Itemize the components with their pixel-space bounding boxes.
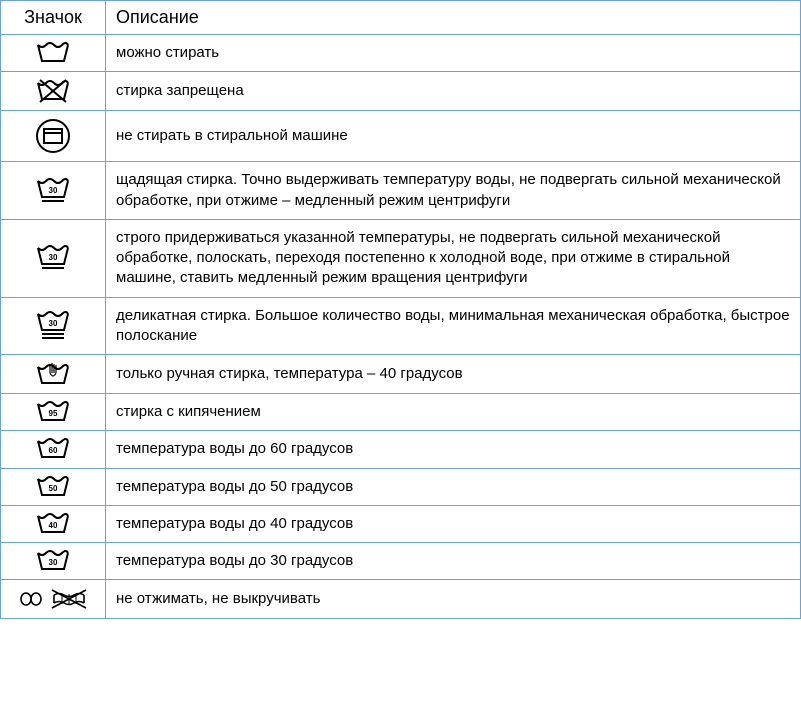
table-row: стирка запрещена <box>1 72 801 111</box>
description-cell: не стирать в стиральной машине <box>106 111 801 162</box>
laundry-symbols-table: Значок Описание можно стирать <box>0 0 801 619</box>
icon-wash-gentle-30: 30 <box>1 162 106 220</box>
icon-wash-60: 60 <box>1 431 106 468</box>
description-cell: стирка запрещена <box>106 72 801 111</box>
icon-temp-label: 30 <box>49 558 58 567</box>
table-body: можно стирать стирка запрещена <box>1 35 801 619</box>
icon-wash-30: 30 <box>1 543 106 580</box>
icon-temp-label: 50 <box>49 484 58 493</box>
icon-temp-label: 40 <box>49 521 58 530</box>
wash-60-icon: 60 <box>36 437 70 461</box>
description-cell: температура воды до 50 градусов <box>106 468 801 505</box>
icon-wash-50: 50 <box>1 468 106 505</box>
icon-wash-95: 95 <box>1 394 106 431</box>
table-row: 30 деликатная стирка. Большое количество… <box>1 297 801 355</box>
no-wring-icon <box>18 586 88 612</box>
icon-wash-no <box>1 72 106 111</box>
icon-wash-strict-30: 30 <box>1 219 106 297</box>
table-row: 95 стирка с кипячением <box>1 394 801 431</box>
description-cell: строго придерживаться указанной температ… <box>106 219 801 297</box>
description-cell: не отжимать, не выкручивать <box>106 580 801 619</box>
table-row: 30 строго придерживаться указанной темпе… <box>1 219 801 297</box>
wash-95-icon: 95 <box>36 400 70 424</box>
header-description: Описание <box>106 1 801 35</box>
description-cell: температура воды до 60 градусов <box>106 431 801 468</box>
no-machine-icon <box>34 117 72 155</box>
wash-30-icon: 30 <box>36 549 70 573</box>
table-row: можно стирать <box>1 35 801 72</box>
icon-wash-40: 40 <box>1 505 106 542</box>
table-row: 30 щадящая стирка. Точно выдерживать тем… <box>1 162 801 220</box>
icon-wash <box>1 35 106 72</box>
icon-temp-label: 60 <box>49 446 58 455</box>
wash-strict-30-icon: 30 <box>36 244 70 272</box>
icon-temp-label: 30 <box>49 253 58 262</box>
description-cell: щадящая стирка. Точно выдерживать темпер… <box>106 162 801 220</box>
wash-icon <box>36 41 70 65</box>
table-row: не стирать в стиральной машине <box>1 111 801 162</box>
icon-temp-label: 95 <box>49 409 58 418</box>
description-cell: температура воды до 40 градусов <box>106 505 801 542</box>
table-row: 40 температура воды до 40 градусов <box>1 505 801 542</box>
table-row: 60 температура воды до 60 градусов <box>1 431 801 468</box>
table-row: 30 температура воды до 30 градусов <box>1 543 801 580</box>
icon-no-machine <box>1 111 106 162</box>
wash-50-icon: 50 <box>36 475 70 499</box>
table-row: не отжимать, не выкручивать <box>1 580 801 619</box>
wash-40-icon: 40 <box>36 512 70 536</box>
description-cell: можно стирать <box>106 35 801 72</box>
wash-no-icon <box>36 78 70 104</box>
wash-delicate-30-icon: 30 <box>36 310 70 342</box>
description-cell: деликатная стирка. Большое количество во… <box>106 297 801 355</box>
description-cell: только ручная стирка, температура – 40 г… <box>106 355 801 394</box>
icon-temp-label: 30 <box>49 186 58 195</box>
hand-wash-icon <box>36 361 70 387</box>
icon-wash-delicate-30: 30 <box>1 297 106 355</box>
table-row: только ручная стирка, температура – 40 г… <box>1 355 801 394</box>
header-icon: Значок <box>1 1 106 35</box>
icon-hand-wash <box>1 355 106 394</box>
icon-temp-label: 30 <box>49 319 58 328</box>
icon-no-wring <box>1 580 106 619</box>
description-cell: температура воды до 30 градусов <box>106 543 801 580</box>
description-cell: стирка с кипячением <box>106 394 801 431</box>
wash-gentle-30-icon: 30 <box>36 177 70 205</box>
table-row: 50 температура воды до 50 градусов <box>1 468 801 505</box>
